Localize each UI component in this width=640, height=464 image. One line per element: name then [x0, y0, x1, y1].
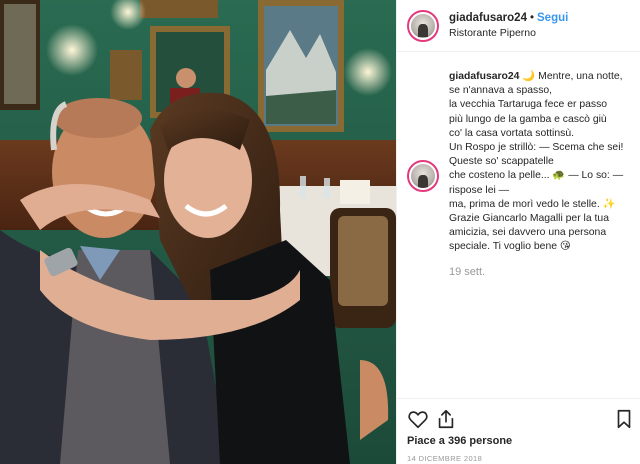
post-actions: Piace a 396 persone 14 DICEMBRE 2018 [397, 398, 640, 464]
avatar-image [411, 164, 435, 188]
bookmark-icon[interactable] [613, 408, 635, 430]
caption-author-avatar[interactable] [407, 160, 439, 192]
post-photo[interactable] [0, 0, 396, 464]
author-username[interactable]: giadafusaro24 [449, 12, 527, 24]
author-avatar[interactable] [407, 9, 439, 42]
photo-illustration [0, 0, 396, 464]
caption: giadafusaro24 🌙 Mentre, una notte, se n'… [449, 70, 633, 255]
likes-count[interactable]: Piace a 396 persone [407, 435, 512, 447]
share-icon[interactable] [435, 408, 457, 430]
post-date: 14 DICEMBRE 2018 [407, 454, 483, 463]
avatar-image [411, 13, 435, 38]
heart-icon[interactable] [407, 408, 429, 430]
location-link[interactable]: Ristorante Piperno [449, 26, 568, 41]
caption-username[interactable]: giadafusaro24 [449, 71, 519, 82]
separator-dot: • [529, 11, 535, 24]
follow-button[interactable]: Segui [537, 12, 568, 24]
caption-time-ago: 19 sett. [449, 266, 486, 278]
post-header: giadafusaro24 • Segui Ristorante Piperno [397, 0, 640, 52]
header-text: giadafusaro24 • Segui Ristorante Piperno [449, 11, 568, 41]
instagram-post: giadafusaro24 • Segui Ristorante Piperno g… [0, 0, 640, 464]
post-details-panel: giadafusaro24 • Segui Ristorante Piperno g… [396, 0, 640, 464]
caption-text: 🌙 Mentre, una notte, se n'annava a spass… [449, 71, 624, 253]
header-line: giadafusaro24 • Segui [449, 11, 568, 26]
